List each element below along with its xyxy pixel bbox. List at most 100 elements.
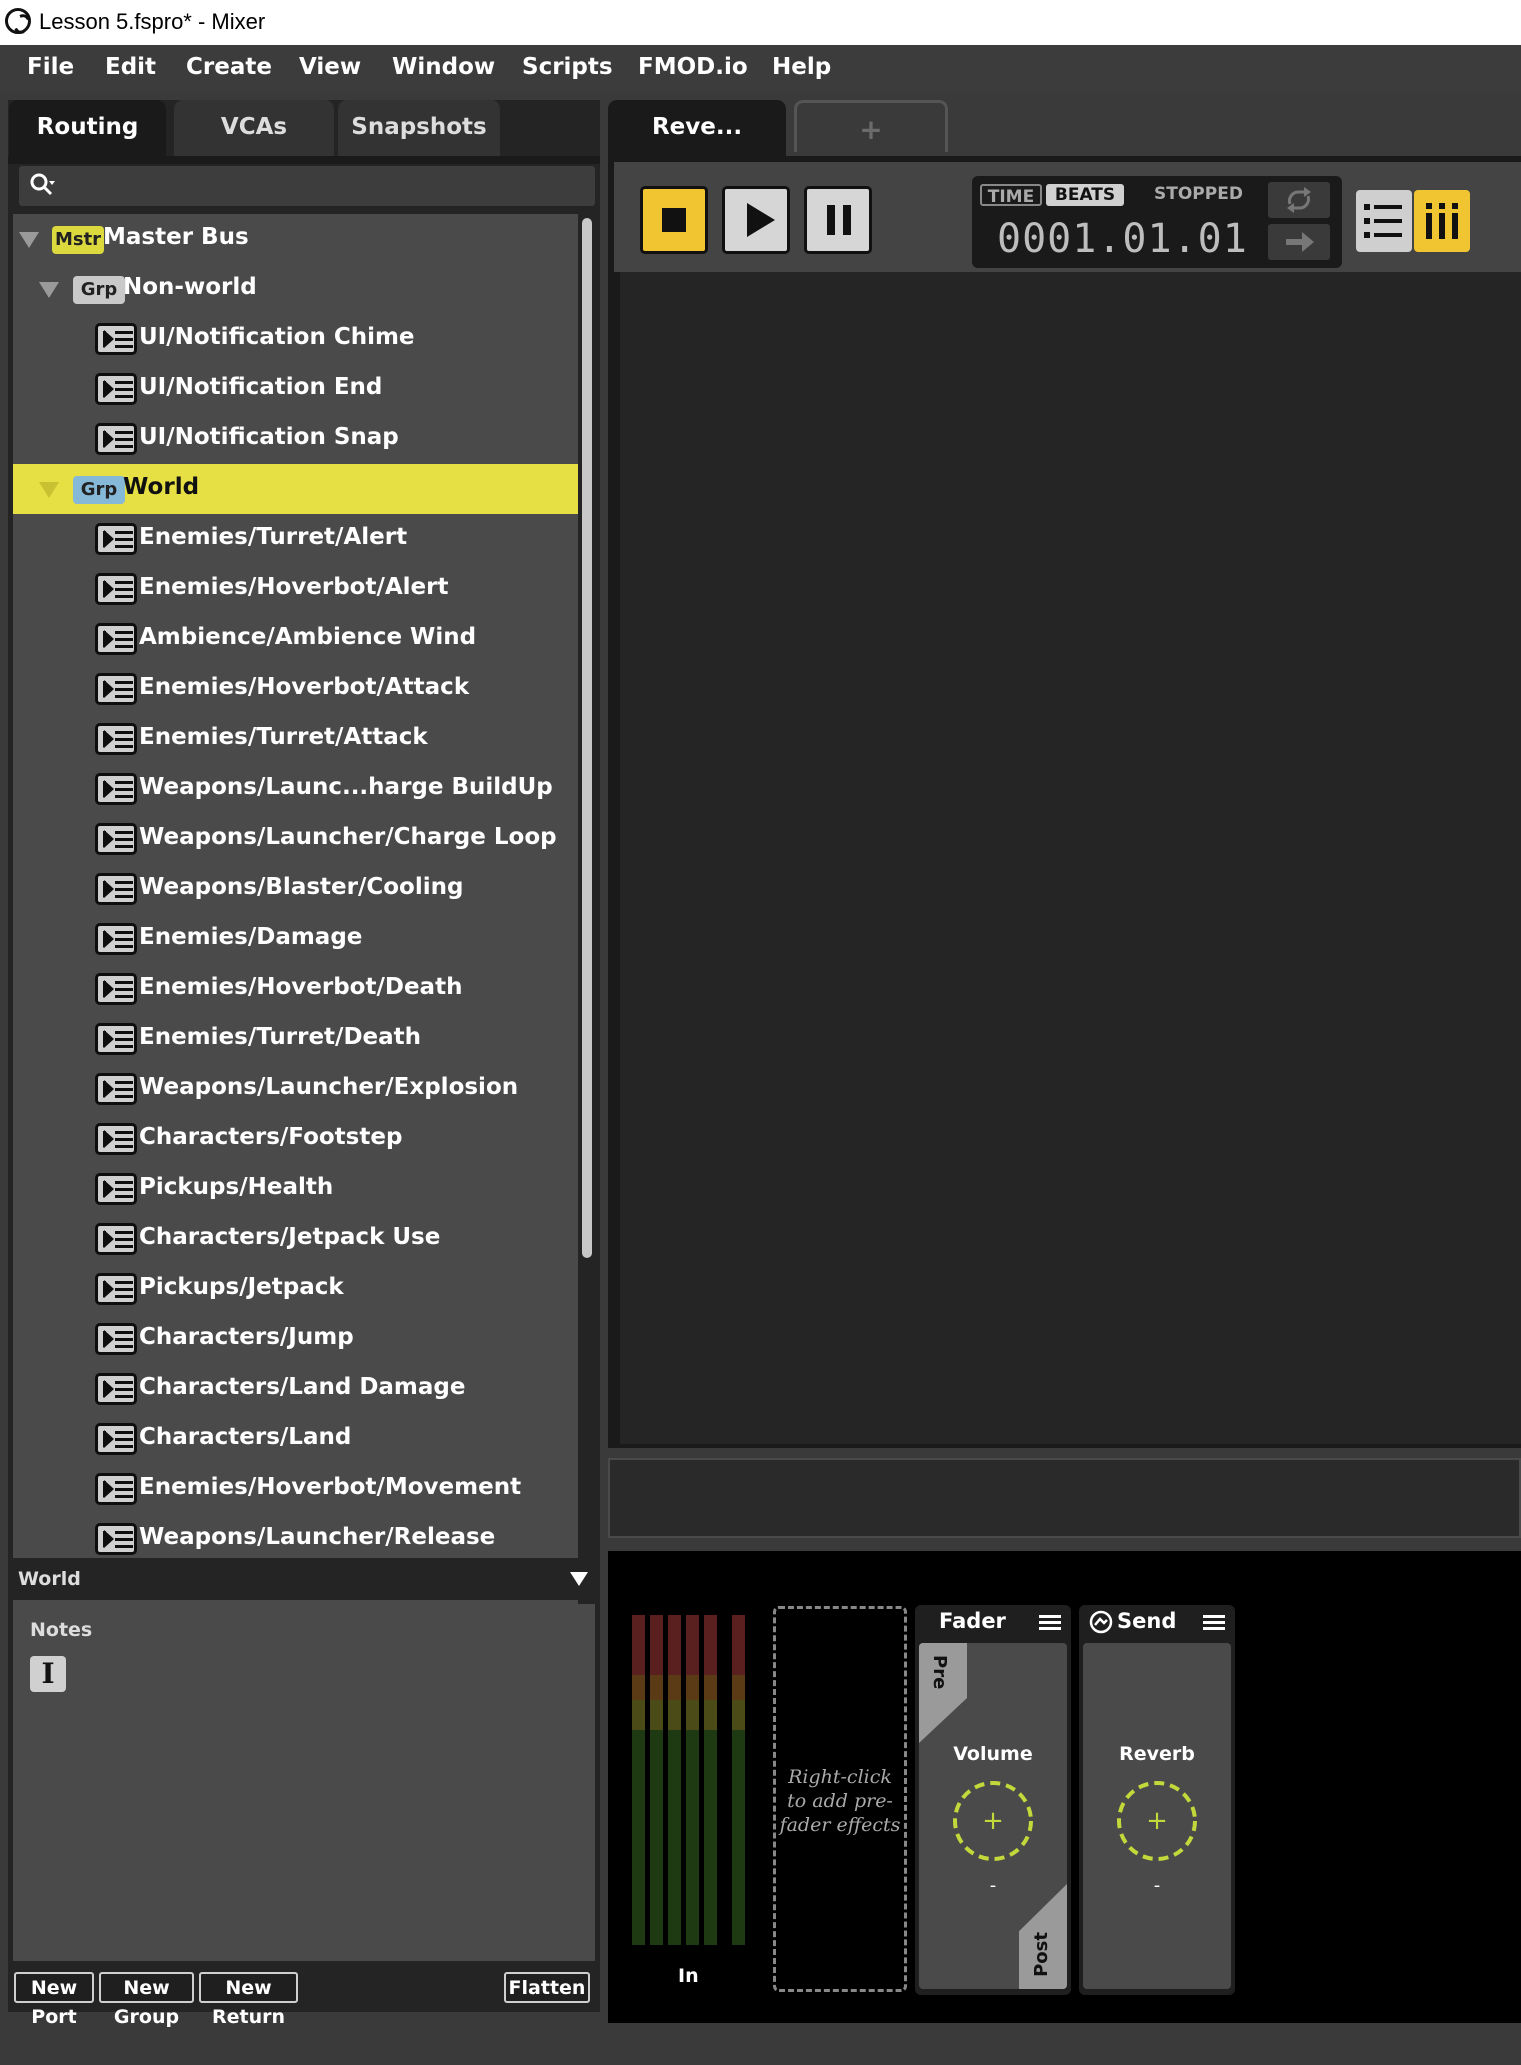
tree-row-event[interactable]: UI/Notification End: [13, 364, 578, 414]
volume-knob[interactable]: +: [947, 1775, 1039, 1867]
fader-menu-icon[interactable]: [1039, 1615, 1061, 1631]
pause-button[interactable]: [804, 186, 872, 254]
menu-window[interactable]: Window: [392, 54, 495, 80]
expand-triangle-icon[interactable]: [39, 282, 59, 298]
tree-label: Weapons/Launcher/Release: [139, 1524, 496, 1550]
event-icon: [95, 823, 137, 855]
tree-row-event[interactable]: Enemies/Turret/Attack: [13, 714, 578, 764]
new-return-button[interactable]: New Return: [199, 1972, 298, 2028]
post-tab[interactable]: Post: [1019, 1884, 1067, 1989]
level-meter: [686, 1615, 699, 1945]
add-tab-button[interactable]: +: [794, 100, 948, 152]
tree-row-event[interactable]: Weapons/Launcher/Release: [13, 1514, 578, 1564]
tree-row-event[interactable]: Enemies/Hoverbot/Attack: [13, 664, 578, 714]
event-icon: [95, 373, 137, 405]
tab-snapshots[interactable]: Snapshots: [338, 100, 500, 156]
play-icon: [747, 203, 775, 237]
send-menu-icon[interactable]: [1203, 1615, 1225, 1631]
new-group-button[interactable]: New Group: [99, 1972, 194, 2028]
tree-row-group[interactable]: Grp Non-world: [13, 264, 578, 314]
reverb-label: Reverb: [1119, 1743, 1195, 1765]
pre-tab[interactable]: Pre: [919, 1643, 967, 1743]
tree-row-event[interactable]: Characters/Jump: [13, 1314, 578, 1364]
stop-button[interactable]: [640, 186, 708, 254]
menu-create[interactable]: Create: [186, 54, 272, 80]
tab-reverb-snapshot[interactable]: Reve...: [608, 100, 786, 156]
send-min-label: -: [1153, 1875, 1161, 1896]
beats-mode-button[interactable]: BEATS: [1046, 184, 1124, 206]
tree-row-event[interactable]: Weapons/Launcher/Charge Loop: [13, 814, 578, 864]
chevron-down-icon[interactable]: [570, 1572, 588, 1586]
tree-row-event[interactable]: Enemies/Hoverbot/Movement: [13, 1464, 578, 1514]
time-mode-button[interactable]: TIME: [980, 184, 1042, 207]
menu-file[interactable]: File: [27, 54, 74, 80]
title-bar: Lesson 5.fspro* - Mixer: [0, 0, 1521, 45]
tree-row-master-bus[interactable]: Mstr Master Bus: [13, 214, 578, 264]
tree-row-event[interactable]: Enemies/Hoverbot/Death: [13, 964, 578, 1014]
tree-row-event[interactable]: Characters/Land Damage: [13, 1364, 578, 1414]
send-title: Send: [1117, 1609, 1177, 1633]
search-input[interactable]: [19, 166, 595, 206]
tree-row-event[interactable]: Enemies/Damage: [13, 914, 578, 964]
menu-view[interactable]: View: [299, 54, 361, 80]
menu-help[interactable]: Help: [772, 54, 831, 80]
strip-view-button[interactable]: [1414, 190, 1470, 252]
timeline-position: 0001.01.01: [997, 216, 1248, 262]
list-view-button[interactable]: [1356, 190, 1412, 252]
tree-row-event[interactable]: Enemies/Turret/Alert: [13, 514, 578, 564]
transport-bar: TIME BEATS STOPPED 0001.01.01: [608, 156, 1521, 272]
tree-row-event[interactable]: UI/Notification Snap: [13, 414, 578, 464]
tree-row-event[interactable]: Enemies/Turret/Death: [13, 1014, 578, 1064]
tree-row-event[interactable]: Weapons/Launc...harge BuildUp: [13, 764, 578, 814]
tree-label: Ambience/Ambience Wind: [139, 624, 477, 650]
group-badge: Grp: [73, 476, 125, 504]
play-button[interactable]: [722, 186, 790, 254]
event-icon: [95, 1073, 137, 1105]
tree-row-event[interactable]: Characters/Land: [13, 1414, 578, 1464]
event-icon: [95, 1373, 137, 1405]
tree-row-event[interactable]: Pickups/Health: [13, 1164, 578, 1214]
tree-label: Enemies/Turret/Alert: [139, 524, 408, 550]
menu-scripts[interactable]: Scripts: [522, 54, 613, 80]
level-meter: [704, 1615, 717, 1945]
tree-label: Characters/Jump: [139, 1324, 354, 1350]
arrow-right-icon: [1286, 232, 1314, 252]
tree-label: Enemies/Hoverbot/Alert: [139, 574, 449, 600]
send-level-knob[interactable]: +: [1111, 1775, 1203, 1867]
tree-label: Master Bus: [103, 224, 249, 250]
loop-button[interactable]: [1268, 182, 1330, 218]
event-icon: [95, 1173, 137, 1205]
tree-row-event[interactable]: Pickups/Jetpack: [13, 1264, 578, 1314]
scrollbar-thumb[interactable]: [582, 218, 592, 1258]
tree-row-event[interactable]: Ambience/Ambience Wind: [13, 614, 578, 664]
text-cursor-icon[interactable]: I: [30, 1656, 66, 1692]
pause-icon: [827, 205, 835, 235]
routing-panel: Routing VCAs Snapshots Mstr Master Bus Grp…: [8, 100, 600, 2028]
tree-row-event[interactable]: UI/Notification Chime: [13, 314, 578, 364]
playback-status: STOPPED: [1154, 184, 1243, 204]
follow-playhead-button[interactable]: [1268, 224, 1330, 260]
snapshot-notes-bar[interactable]: [608, 1458, 1521, 1538]
tree-row-event[interactable]: Weapons/Launcher/Explosion: [13, 1064, 578, 1114]
input-label: In: [678, 1965, 699, 1987]
tree-row-event[interactable]: Enemies/Hoverbot/Alert: [13, 564, 578, 614]
tree-row-event[interactable]: Weapons/Blaster/Cooling: [13, 864, 578, 914]
window-title: Lesson 5.fspro* - Mixer: [39, 9, 266, 34]
expand-triangle-icon[interactable]: [39, 482, 59, 498]
stop-icon: [662, 208, 686, 232]
tree-row-event[interactable]: Characters/Jetpack Use: [13, 1214, 578, 1264]
send-knob-plus: +: [1146, 1806, 1168, 1836]
tree-row-group[interactable]: Grp World: [13, 464, 578, 514]
menu-fmodio[interactable]: FMOD.io: [638, 54, 748, 80]
tab-routing[interactable]: Routing: [9, 100, 166, 156]
prefader-effects-slot[interactable]: Right-click to add pre-fader effects: [773, 1606, 907, 1992]
new-port-button[interactable]: New Port: [14, 1972, 94, 2028]
expand-triangle-icon[interactable]: [19, 232, 39, 248]
event-icon: [95, 873, 137, 905]
tab-vcas[interactable]: VCAs: [174, 100, 334, 156]
flatten-button[interactable]: Flatten: [504, 1972, 590, 2003]
menu-edit[interactable]: Edit: [105, 54, 156, 80]
tree-row-event[interactable]: Characters/Footstep: [13, 1114, 578, 1164]
event-icon: [95, 1423, 137, 1455]
tree-scrollbar[interactable]: [580, 218, 594, 1598]
